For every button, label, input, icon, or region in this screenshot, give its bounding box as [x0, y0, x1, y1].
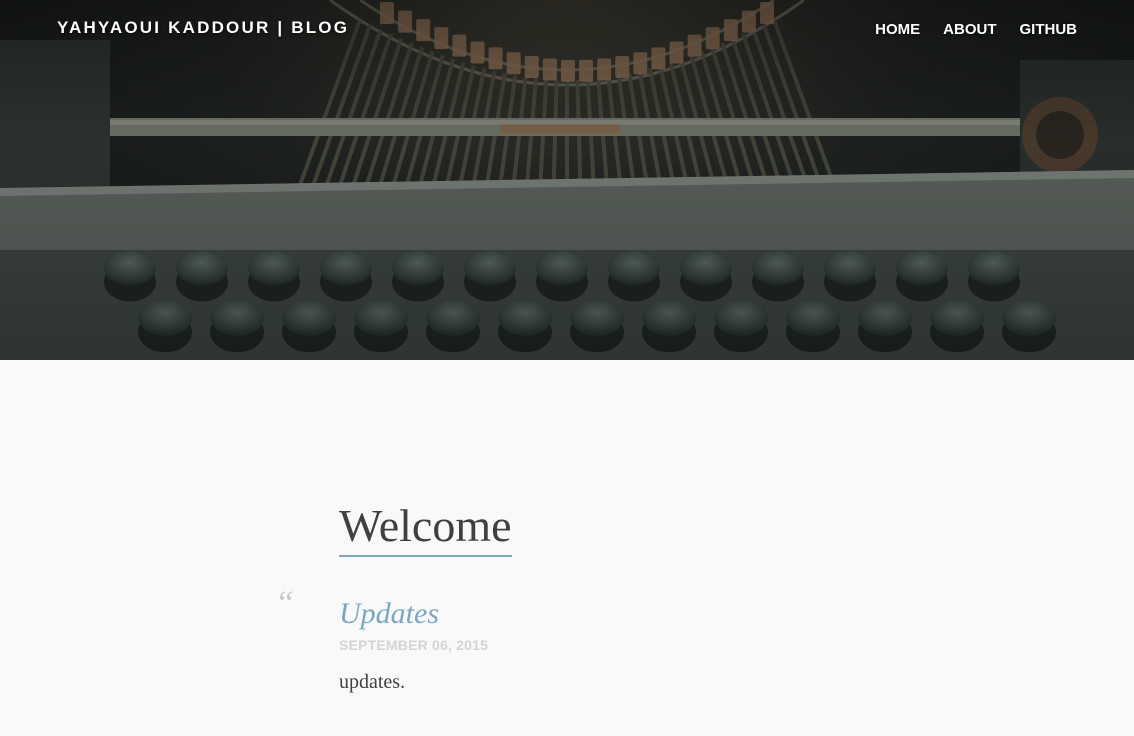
quote-icon: “ [275, 585, 294, 622]
page-title: Welcome [339, 498, 512, 557]
typewriter-hero-image [0, 0, 1134, 360]
nav-home-link[interactable]: HOME [875, 21, 920, 38]
post-excerpt: updates. [339, 671, 406, 693]
post-date: SEPTEMBER 06, 2015 [339, 637, 489, 653]
nav-about-link[interactable]: ABOUT [943, 21, 996, 38]
hero-header: YAHYAOUI KADDOUR | BLOG HOME ABOUT GITHU… [0, 0, 1134, 360]
main-nav: HOME ABOUT GITHUB [875, 21, 1077, 38]
post-preview: Updates SEPTEMBER 06, 2015 updates. [339, 595, 899, 694]
site-brand-link[interactable]: YAHYAOUI KADDOUR | BLOG [57, 18, 349, 38]
nav-github-link[interactable]: GITHUB [1020, 21, 1078, 38]
post-title-link[interactable]: Updates [339, 595, 899, 633]
